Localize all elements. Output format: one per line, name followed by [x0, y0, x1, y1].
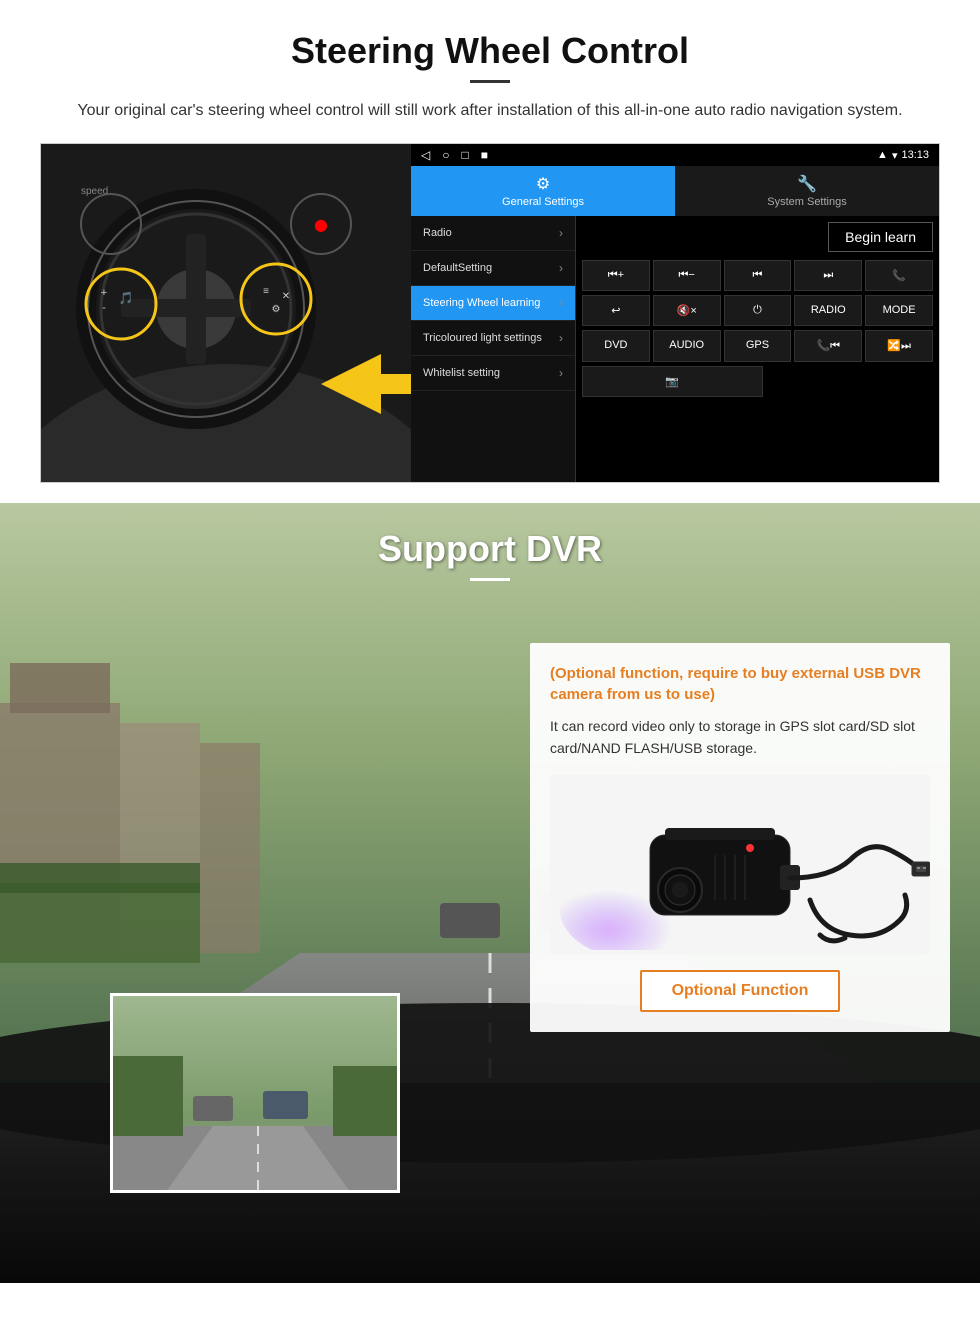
- steering-demo: + - 🎵 ≡ ✕ ⚙ speed ⬤ ◁ ○ □: [40, 143, 940, 483]
- ctrl-cam[interactable]: 📷: [582, 366, 763, 397]
- dvr-camera-illustration: [550, 775, 930, 955]
- tab-system-settings[interactable]: 🔧 System Settings: [675, 166, 939, 216]
- menu-arrow-tricoloured: ›: [559, 331, 563, 345]
- begin-learn-button[interactable]: Begin learn: [828, 222, 933, 252]
- dvr-title: Support DVR: [40, 528, 940, 570]
- steering-wheel-svg: + - 🎵 ≡ ✕ ⚙ speed ⬤: [41, 144, 411, 483]
- signal-icon: ▲: [877, 149, 888, 161]
- ctrl-mute[interactable]: 🔇×: [653, 295, 721, 326]
- ctrl-audio[interactable]: AUDIO: [653, 330, 721, 362]
- dvr-card-description: It can record video only to storage in G…: [550, 715, 930, 760]
- ctrl-shuffle-next[interactable]: 🔀⏭: [865, 330, 933, 362]
- tab-general-settings[interactable]: ⚙ General Settings: [411, 166, 675, 216]
- time-display: 13:13: [901, 149, 929, 161]
- steering-wheel-photo: + - 🎵 ≡ ✕ ⚙ speed ⬤: [41, 144, 411, 483]
- ctrl-radio[interactable]: RADIO: [794, 295, 862, 326]
- statusbar-nav: ◁ ○ □ ■: [421, 148, 488, 162]
- dvr-info-card: (Optional function, require to buy exter…: [530, 643, 950, 1032]
- control-row-2: ↩ 🔇× ⏻ RADIO MODE: [582, 295, 933, 326]
- control-row-3: DVD AUDIO GPS 📞⏮ 🔀⏭: [582, 330, 933, 362]
- steering-description: Your original car's steering wheel contr…: [60, 99, 920, 123]
- svg-text:🎵: 🎵: [119, 291, 134, 305]
- dvr-background: Support DVR: [0, 503, 980, 1283]
- menu-arrow-whitelist: ›: [559, 366, 563, 380]
- ctrl-phone[interactable]: 📞: [865, 260, 933, 291]
- ctrl-vol-down[interactable]: ⏮−: [653, 260, 721, 291]
- menu-radio-label: Radio: [423, 227, 452, 239]
- settings-icon: ⚙: [536, 174, 550, 194]
- ctrl-dvd[interactable]: DVD: [582, 330, 650, 362]
- ctrl-gps[interactable]: GPS: [724, 330, 792, 362]
- menu-whitelist-label: Whitelist setting: [423, 367, 500, 379]
- svg-text:≡: ≡: [263, 286, 269, 297]
- control-grid: ⏮+ ⏮− ⏮ ⏭ 📞 ↩ 🔇× ⏻ RADIO MODE: [582, 260, 933, 397]
- tab-system-label: System Settings: [767, 196, 846, 208]
- android-statusbar: ◁ ○ □ ■ ▲ ▾ 13:13: [411, 144, 939, 166]
- ctrl-prev-track[interactable]: ⏮: [724, 260, 792, 291]
- dvr-title-area: Support DVR: [0, 503, 980, 596]
- menu-default-label: DefaultSetting: [423, 262, 492, 274]
- back-icon[interactable]: ◁: [421, 148, 430, 162]
- statusbar-icons: ▲ ▾ 13:13: [877, 149, 929, 162]
- svg-text:+: +: [101, 287, 107, 299]
- svg-text:✕: ✕: [282, 291, 290, 302]
- begin-learn-row: Begin learn: [582, 222, 933, 252]
- ctrl-next-track[interactable]: ⏭: [794, 260, 862, 291]
- android-content: Radio › DefaultSetting › Steering Wheel …: [411, 216, 939, 482]
- system-icon: 🔧: [797, 174, 817, 194]
- android-tabs: ⚙ General Settings 🔧 System Settings: [411, 166, 939, 216]
- ctrl-power[interactable]: ⏻: [724, 295, 792, 326]
- menu-item-radio[interactable]: Radio ›: [411, 216, 575, 251]
- menu-arrow-steering: ›: [559, 296, 563, 310]
- title-divider: [470, 80, 510, 83]
- menu-item-tricoloured[interactable]: Tricoloured light settings ›: [411, 321, 575, 356]
- steering-section: Steering Wheel Control Your original car…: [0, 0, 980, 503]
- dvr-section: Support DVR: [0, 503, 980, 1283]
- dvr-camera-svg: [550, 780, 930, 950]
- menu-steering-label: Steering Wheel learning: [423, 297, 540, 309]
- android-menu: Radio › DefaultSetting › Steering Wheel …: [411, 216, 576, 482]
- dvr-divider: [470, 578, 510, 581]
- tab-general-label: General Settings: [502, 196, 584, 208]
- svg-text:-: -: [102, 302, 106, 314]
- menu-arrow-default: ›: [559, 261, 563, 275]
- menu-item-whitelist[interactable]: Whitelist setting ›: [411, 356, 575, 391]
- dvr-screenshot-thumbnail: [110, 993, 400, 1193]
- menu-tricoloured-label: Tricoloured light settings: [423, 332, 542, 344]
- android-ui: ◁ ○ □ ■ ▲ ▾ 13:13 ⚙ General Settings: [411, 144, 939, 482]
- steering-title: Steering Wheel Control: [40, 30, 940, 72]
- dvr-card-title: (Optional function, require to buy exter…: [550, 663, 930, 705]
- recents-icon[interactable]: □: [461, 148, 468, 162]
- home-icon[interactable]: ○: [442, 148, 449, 162]
- ctrl-phone-prev[interactable]: 📞⏮: [794, 330, 862, 362]
- menu-item-default-setting[interactable]: DefaultSetting ›: [411, 251, 575, 286]
- menu-arrow-radio: ›: [559, 226, 563, 240]
- ctrl-back[interactable]: ↩: [582, 295, 650, 326]
- svg-text:⚙: ⚙: [272, 304, 281, 315]
- control-row-1: ⏮+ ⏮− ⏮ ⏭ 📞: [582, 260, 933, 291]
- menu-icon[interactable]: ■: [481, 148, 488, 162]
- ctrl-vol-up[interactable]: ⏮+: [582, 260, 650, 291]
- ctrl-mode[interactable]: MODE: [865, 295, 933, 326]
- optional-function-button[interactable]: Optional Function: [640, 970, 841, 1012]
- wifi-icon: ▾: [892, 149, 898, 162]
- svg-text:⬤: ⬤: [314, 218, 327, 232]
- android-main: Begin learn ⏮+ ⏮− ⏮ ⏭ 📞 ↩: [576, 216, 939, 482]
- dvr-thumbnail-svg: [113, 996, 400, 1193]
- menu-item-steering-learning[interactable]: Steering Wheel learning ›: [411, 286, 575, 321]
- control-row-4: 📷: [582, 366, 933, 397]
